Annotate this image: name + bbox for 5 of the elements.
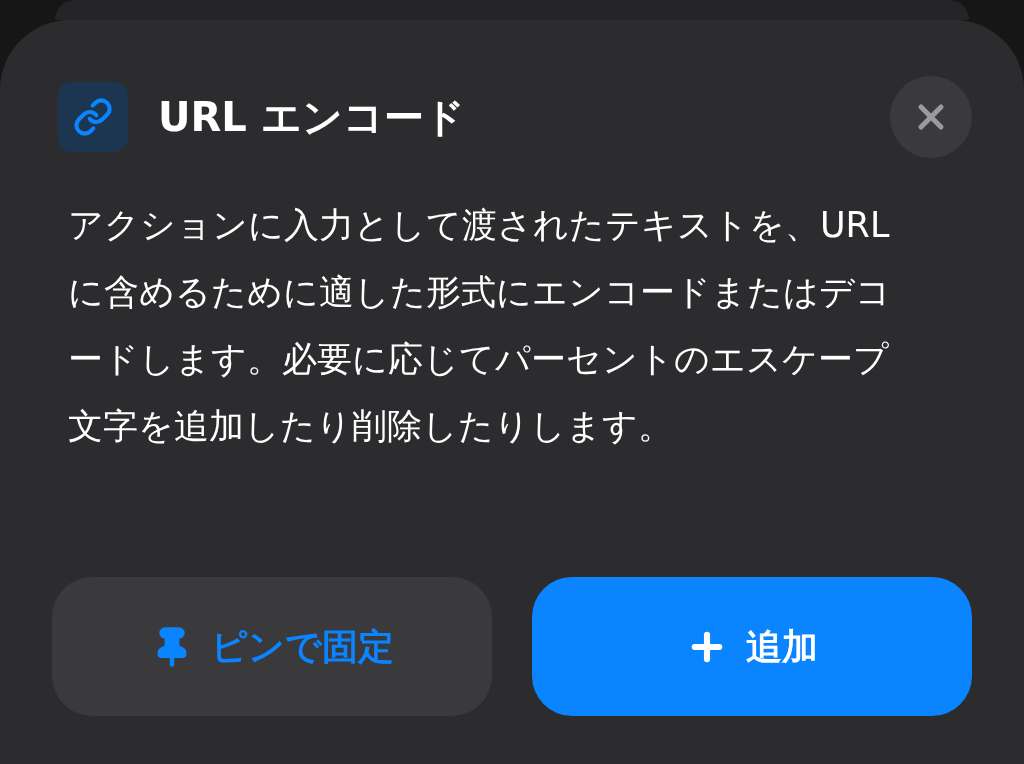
pin-button[interactable]: ピンで固定: [52, 577, 492, 716]
link-icon: [58, 82, 128, 152]
description-text: アクションに入力として渡されたテキストを、URL に含めるために適した形式にエンコードまたはデコードします。必要に応じてパーセントのエスケープ文字を追加したり削除したりします。: [68, 204, 892, 448]
add-button[interactable]: 追加: [532, 577, 972, 716]
sheet-title: URL エンコード: [158, 93, 466, 142]
